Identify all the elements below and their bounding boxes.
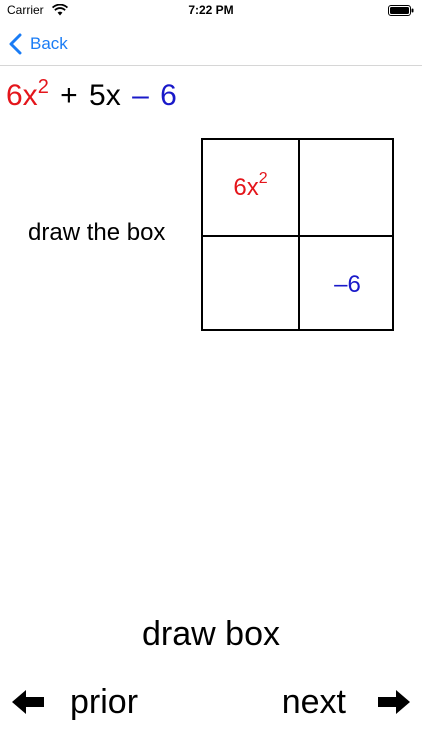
next-label: next <box>281 683 346 721</box>
step-title: draw box <box>142 615 280 653</box>
navigation-bar: Back <box>0 22 422 66</box>
box-cell-bottom-right: –6 <box>334 270 361 298</box>
quadratic-expression: 6x2 + 5x – 6 <box>6 74 177 118</box>
back-label: Back <box>30 34 68 53</box>
factor-box-grid: 6x 2 –6 <box>201 138 394 331</box>
next-button[interactable]: next <box>282 680 412 724</box>
instruction-label: draw the box <box>28 219 166 246</box>
expression-term-2: 5x <box>89 79 121 112</box>
expression-operator-plus: + <box>60 79 78 112</box>
box-cell-top-left: 6x 2 <box>233 169 268 201</box>
expression-term-1-exponent: 2 <box>37 76 49 98</box>
box-cell-bottom-left <box>203 237 298 332</box>
status-bar: Carrier 7:22 PM <box>0 0 422 22</box>
chevron-left-icon <box>9 33 22 55</box>
battery-icon <box>388 5 414 16</box>
arrow-right-icon <box>378 690 410 714</box>
prior-label: prior <box>70 683 139 721</box>
expression-term-3: 6 <box>160 79 177 112</box>
box-cell-top-right <box>300 140 395 235</box>
back-button[interactable]: Back <box>8 30 68 58</box>
expression-term-1: 6x2 <box>6 76 49 112</box>
arrow-left-icon <box>12 690 44 714</box>
expression-operator-minus: – <box>132 79 149 112</box>
status-time: 7:22 PM <box>188 3 234 17</box>
prior-button[interactable]: prior <box>10 680 138 724</box>
